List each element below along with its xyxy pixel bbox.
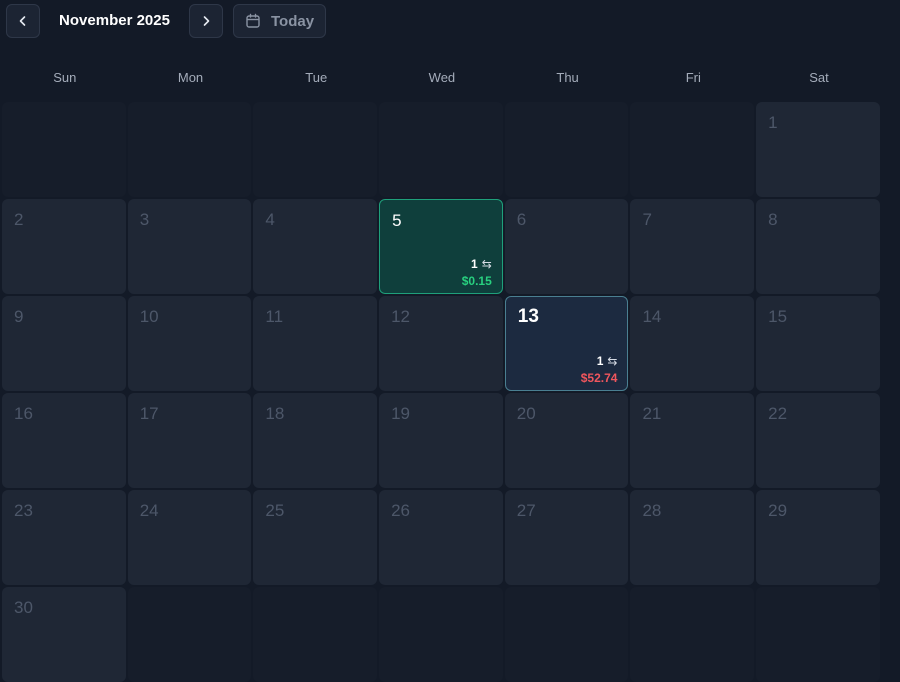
next-month-button[interactable] [189,4,223,38]
day-cell[interactable]: 4 [253,199,378,294]
day-number: 4 [265,210,275,229]
day-cell[interactable]: 13 1 ⇆ $52.74 [504,296,629,391]
day-number: 13 [517,306,539,327]
day-cell[interactable]: 15 [756,296,880,391]
empty-day-cell [379,102,503,197]
empty-day-cell [253,587,378,682]
day-number: 22 [768,404,788,423]
day-number: 26 [391,501,410,520]
empty-day-cell [379,587,503,682]
day-cell[interactable]: 5 1 ⇆ $0.15 [379,199,503,294]
day-number: 14 [642,307,662,326]
day-number: 25 [265,501,285,520]
weekday-label: Mon [177,70,204,85]
today-button[interactable]: Today [233,4,327,38]
day-cell[interactable]: 18 [253,393,378,488]
day-number: 16 [14,404,33,423]
day-cell[interactable]: 11 [253,296,378,391]
day-number: 10 [139,307,159,326]
transaction-amount: $0.15 [461,274,492,288]
calendar-grid: 1 2 3 4 5 1 ⇆ $0.15 6 7 8 9 10 11 12 13 1 ⇆ $52.74 14 15 16 17… [2,102,882,682]
day-cell[interactable]: 30 [2,587,126,682]
transaction-count: 1 ⇆ [471,257,492,271]
day-number: 6 [516,210,527,229]
day-number: 21 [642,404,662,423]
day-cell[interactable]: 21 [630,393,755,488]
day-number: 2 [14,210,24,229]
day-number: 23 [14,501,33,520]
day-cell[interactable]: 3 [127,199,252,294]
transaction-count-value: 1 [471,257,478,271]
weekday-label: Thu [556,70,579,85]
empty-day-cell [630,102,755,197]
day-cell[interactable]: 6 [504,199,629,294]
day-cell[interactable]: 26 [379,490,503,585]
empty-day-cell [504,587,629,682]
day-cell[interactable]: 12 [379,296,503,391]
day-number: 24 [139,501,159,520]
day-cell[interactable]: 24 [127,490,252,585]
swap-arrows-icon: ⇆ [481,257,492,271]
today-label: Today [271,12,315,30]
day-cell[interactable]: 20 [504,393,629,488]
calendar-icon [246,13,260,28]
day-cell[interactable]: 16 [2,393,126,488]
empty-day-cell [630,587,755,682]
day-number: 12 [391,307,410,326]
weekday-header: Sun Mon Tue Wed Thu Fri Sat [2,68,882,88]
day-number: 5 [392,211,402,230]
weekday-label: Wed [428,70,456,85]
day-cell[interactable]: 10 [127,296,252,391]
day-cell[interactable]: 17 [127,393,252,488]
day-number: 17 [139,404,159,423]
empty-day-cell [2,102,126,197]
day-cell[interactable]: 23 [2,490,126,585]
day-cell[interactable]: 8 [756,199,880,294]
day-number: 19 [391,404,410,423]
day-cell[interactable]: 22 [756,393,880,488]
transaction-count: 1 ⇆ [597,354,618,368]
weekday-label: Sat [809,70,829,85]
day-number: 8 [768,210,778,229]
day-cell[interactable]: 29 [756,490,880,585]
weekday-label: Fri [685,70,701,85]
day-cell[interactable]: 28 [630,490,755,585]
day-cell[interactable]: 2 [2,199,126,294]
day-cell[interactable]: 7 [630,199,755,294]
weekday-label: Tue [305,70,328,85]
day-number: 1 [768,113,778,132]
day-cell[interactable]: 14 [630,296,755,391]
prev-month-button[interactable] [6,4,40,38]
day-number: 3 [139,210,150,229]
day-number: 20 [516,404,536,423]
day-number: 29 [768,501,788,520]
transaction-count-value: 1 [596,354,604,368]
chevron-left-icon [19,16,26,26]
day-number: 28 [642,501,662,520]
day-cell[interactable]: 19 [379,393,503,488]
weekday-label: Sun [53,70,77,85]
day-number: 27 [516,501,536,520]
day-cell[interactable]: 1 [756,102,880,197]
transaction-amount: $52.74 [580,371,618,385]
month-title: November 2025 [59,12,170,29]
day-number: 30 [14,598,33,617]
day-number: 9 [14,307,24,326]
day-number: 11 [265,307,284,326]
day-cell[interactable]: 25 [253,490,378,585]
empty-day-cell [127,102,252,197]
chevron-right-icon [203,16,210,26]
calendar-toolbar: November 2025 Today [6,3,327,39]
empty-day-cell [504,102,629,197]
day-number: 15 [768,307,788,326]
empty-day-cell [127,587,252,682]
day-cell[interactable]: 27 [504,490,629,585]
day-number: 18 [265,404,285,423]
day-number: 7 [642,210,652,229]
day-cell[interactable]: 9 [2,296,126,391]
empty-day-cell [756,587,880,682]
empty-day-cell [253,102,378,197]
swap-arrows-icon: ⇆ [607,354,618,368]
